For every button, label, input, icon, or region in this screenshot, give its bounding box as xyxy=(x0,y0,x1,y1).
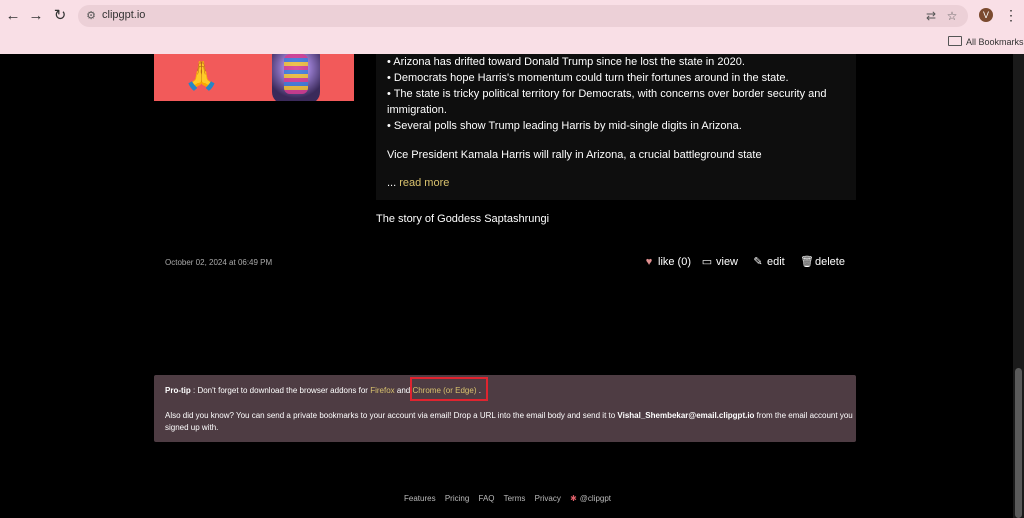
forward-icon[interactable]: → xyxy=(26,7,46,25)
summary-sentence: Vice President Kamala Harris will rally … xyxy=(387,149,762,161)
read-more-link-wrap: ... read more xyxy=(387,177,449,189)
delete-button[interactable]: 🗑delete xyxy=(800,255,845,269)
summary-bullet: • Several polls show Trump leading Harri… xyxy=(387,120,742,132)
firefox-link[interactable]: Firefox xyxy=(370,386,394,395)
scrollbar-thumb[interactable] xyxy=(1015,368,1022,518)
summary-bullet: • The state is tricky political territor… xyxy=(387,88,827,116)
post-thumbnail[interactable]: 🙏 xyxy=(154,54,354,101)
like-button[interactable]: ♥ like (0) xyxy=(643,255,691,269)
protip-label: Pro-tip xyxy=(165,386,191,395)
reload-icon[interactable]: ↻ xyxy=(50,7,70,25)
translate-icon[interactable]: ⇄ xyxy=(923,8,939,24)
edit-icon: ✎ xyxy=(753,256,763,268)
protip-box: Pro-tip : Don't forget to download the b… xyxy=(154,375,856,442)
protip-text: : Don't forget to download the browser a… xyxy=(190,386,371,395)
post-title[interactable]: The story of Goddess Saptashrungi xyxy=(376,213,549,225)
summary-bullet: • Arizona has drifted toward Donald Trum… xyxy=(387,56,745,68)
social-icon: ✱ xyxy=(570,494,577,503)
all-bookmarks-button[interactable]: All Bookmarks xyxy=(948,36,1024,47)
trash-icon: 🗑 xyxy=(800,256,814,268)
view-icon: ▭ xyxy=(701,256,713,268)
footer-link-privacy[interactable]: Privacy xyxy=(535,494,561,503)
email-tip: Also did you know? You can send a privat… xyxy=(165,410,855,434)
read-more-ellipsis: ... xyxy=(387,177,397,189)
read-more-link[interactable]: read more xyxy=(399,177,449,189)
address-bar[interactable]: ⚙ clipgpt.io ⇄ ☆ xyxy=(78,5,968,27)
site-info-icon[interactable]: ⚙ xyxy=(84,9,98,23)
folder-icon xyxy=(948,36,962,46)
footer-link-faq[interactable]: FAQ xyxy=(479,494,495,503)
praying-hands-icon: 🙏 xyxy=(184,60,219,91)
profile-avatar[interactable]: V xyxy=(979,8,993,22)
url-text[interactable]: clipgpt.io xyxy=(102,9,145,21)
heart-icon: ♥ xyxy=(645,256,653,268)
summary-bullets: • Arizona has drifted toward Donald Trum… xyxy=(387,54,847,134)
post-summary: • Arizona has drifted toward Donald Trum… xyxy=(376,54,856,200)
view-button[interactable]: ▭ view xyxy=(701,255,738,269)
highlight-box xyxy=(410,377,488,401)
goddess-image-detail xyxy=(284,54,308,94)
browser-toolbar: ← → ↻ ⚙ clipgpt.io ⇄ ☆ V ⋮ All Bookmarks xyxy=(0,0,1024,54)
star-icon[interactable]: ☆ xyxy=(944,8,960,24)
delete-label: delete xyxy=(815,256,845,268)
email-tip-text: Also did you know? You can send a privat… xyxy=(165,411,618,420)
summary-bullet: • Democrats hope Harris's momentum could… xyxy=(387,72,789,84)
like-label: like (0) xyxy=(658,256,692,268)
footer-link-features[interactable]: Features xyxy=(404,494,436,503)
footer-link-terms[interactable]: Terms xyxy=(504,494,526,503)
footer-link-pricing[interactable]: Pricing xyxy=(445,494,469,503)
edit-label: edit xyxy=(767,256,785,268)
all-bookmarks-label: All Bookmarks xyxy=(966,37,1024,47)
footer-handle: @clipgpt xyxy=(579,494,612,503)
email-address: Vishal_Shembekar@email.clipgpt.io xyxy=(617,411,755,420)
post-date: October 02, 2024 at 06:49 PM xyxy=(165,258,273,267)
back-icon[interactable]: ← xyxy=(3,7,23,25)
view-label: view xyxy=(716,256,739,268)
edit-button[interactable]: ✎ edit xyxy=(752,255,785,269)
menu-icon[interactable]: ⋮ xyxy=(1004,7,1018,23)
footer-nav: Features Pricing FAQ Terms Privacy ✱ @cli… xyxy=(404,494,625,503)
footer-social-link[interactable]: ✱ @clipgpt xyxy=(570,494,618,503)
